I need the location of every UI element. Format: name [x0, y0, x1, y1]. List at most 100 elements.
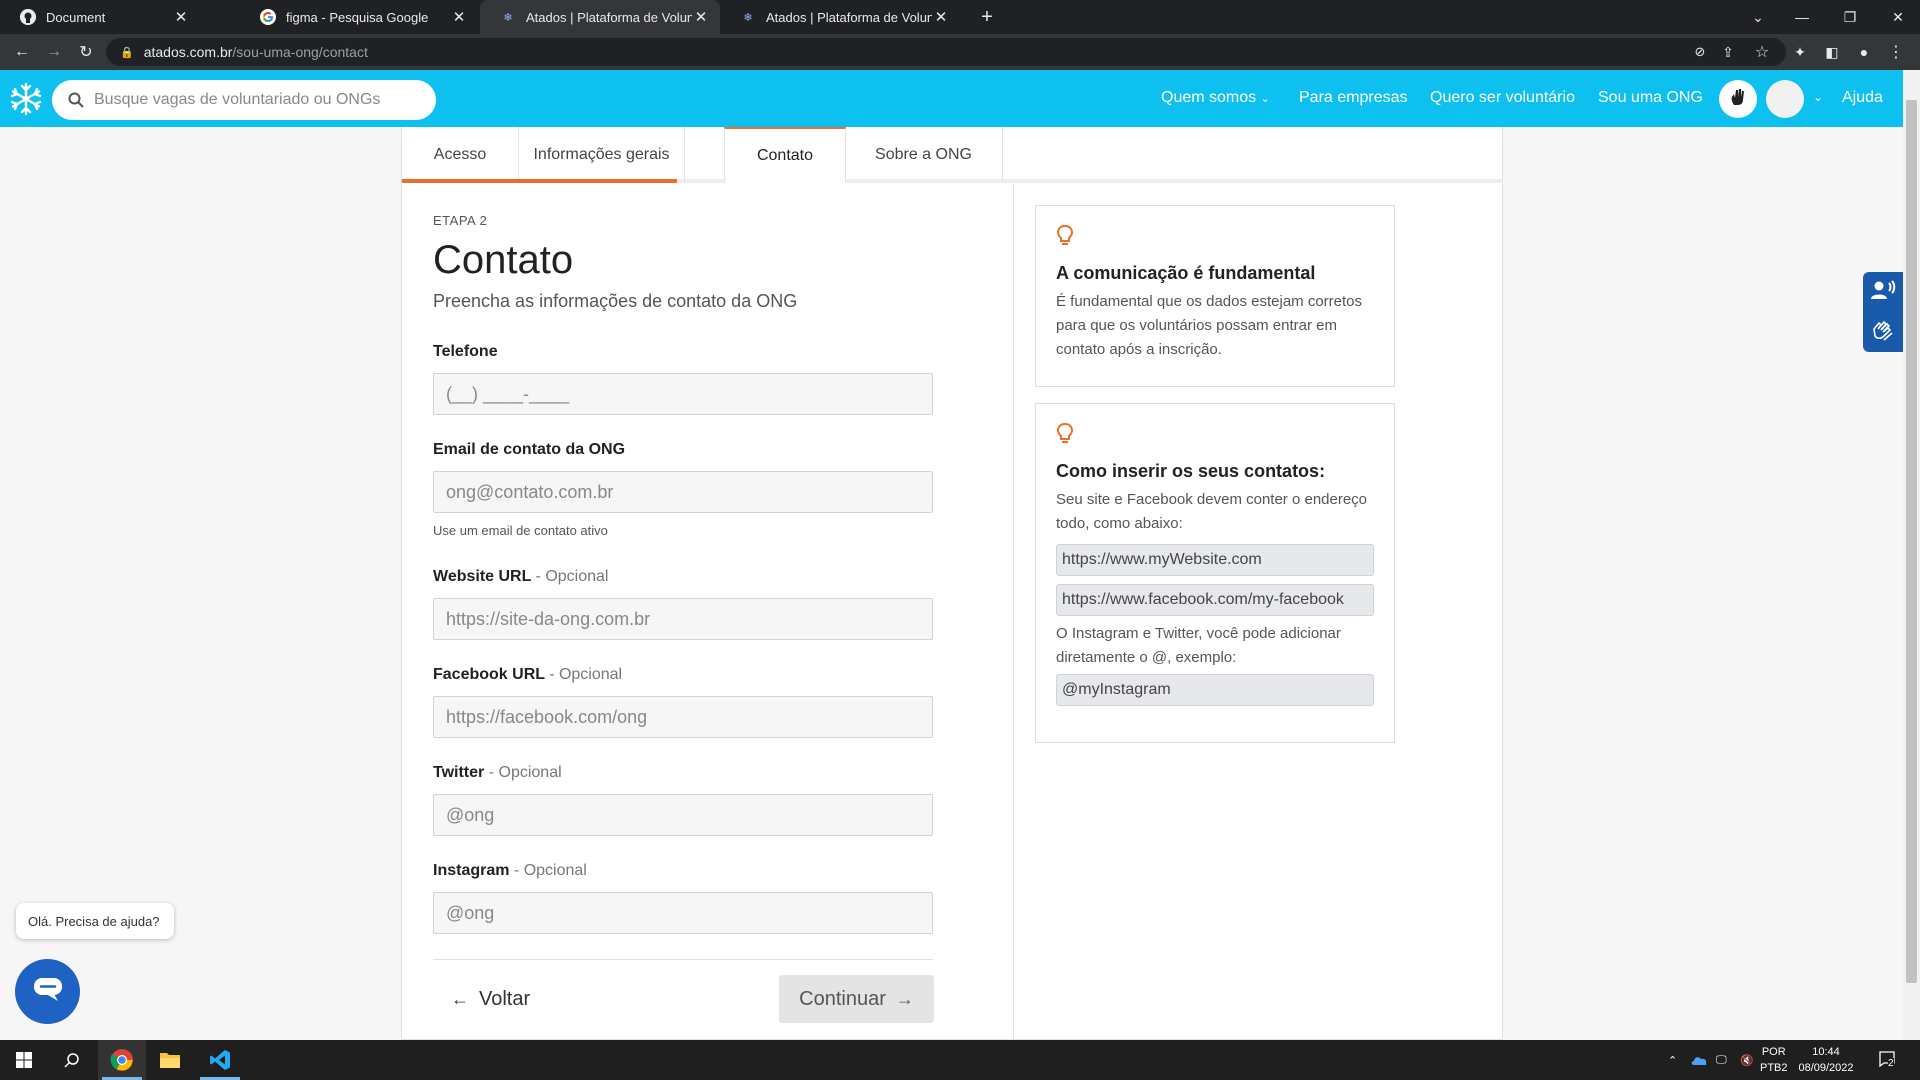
side-panel-icon[interactable]: ◧ — [1820, 40, 1844, 64]
extensions-icon[interactable]: ✦ — [1788, 40, 1812, 64]
facebook-label: Facebook URL - Opcional — [433, 666, 933, 684]
nav-para-empresas[interactable]: Para empresas — [1299, 89, 1408, 107]
notification-center[interactable]: 2 — [1878, 1040, 1896, 1080]
browser-tab-document[interactable]: Document ✕ — [0, 0, 200, 34]
chat-greeting-bubble[interactable]: Olá. Precisa de ajuda? — [16, 903, 174, 939]
instagram-input[interactable] — [433, 892, 933, 934]
facebook-input[interactable] — [433, 696, 933, 738]
tip-title: A comunicação é fundamental — [1056, 263, 1316, 283]
step-progress-bar — [402, 179, 677, 183]
notification-icon: 2 — [1878, 1050, 1896, 1071]
system-clock[interactable]: 10:44 08/09/2022 — [1796, 1044, 1856, 1076]
close-icon[interactable]: ✕ — [172, 8, 190, 26]
windows-start-icon[interactable] — [0, 1040, 48, 1080]
accessibility-voice-button[interactable] — [1863, 272, 1903, 312]
tab-acesso[interactable]: Acesso — [402, 127, 519, 183]
search-icon[interactable] — [48, 1040, 96, 1080]
browser-tab-atados[interactable]: ❄ Atados | Plataforma de Voluntariado ✕ — [720, 0, 960, 34]
nav-ajuda[interactable]: Ajuda — [1842, 89, 1883, 107]
search-input[interactable] — [94, 91, 436, 109]
windows-taskbar: ⌃ 🖵 🔇 POR PTB2 10:44 08/09/2022 2 — [0, 1040, 1920, 1080]
file-explorer-icon[interactable] — [146, 1040, 194, 1080]
browser-tab-title: Atados | Plataforma de Voluntariado — [526, 9, 692, 25]
twitter-input[interactable] — [433, 794, 933, 836]
browser-tab-title: Document — [46, 9, 106, 25]
tab-sobre-a-ong[interactable]: Sobre a ONG — [845, 127, 1003, 183]
nav-quem-somos-label: Quem somos — [1161, 89, 1257, 106]
avatar[interactable] — [1766, 80, 1804, 118]
tab-informacoes-gerais[interactable]: Informações gerais — [519, 127, 685, 183]
form-divider — [433, 959, 933, 960]
profile-icon[interactable]: ● — [1852, 40, 1876, 64]
lightbulb-icon — [1056, 422, 1074, 450]
onedrive-icon[interactable] — [1690, 1040, 1708, 1080]
tip-card-contacts: Como inserir os seus contatos: Seu site … — [1035, 403, 1395, 743]
chevron-down-icon[interactable]: ⌄ — [1813, 90, 1823, 104]
chrome-taskbar-icon[interactable] — [98, 1040, 146, 1080]
nav-quem-somos[interactable]: Quem somos ⌄ — [1161, 89, 1270, 107]
volunteer-hand-button[interactable] — [1719, 80, 1757, 118]
chat-button[interactable] — [15, 959, 80, 1024]
facebook-field: Facebook URL - Opcional — [433, 666, 933, 738]
nav-sou-uma-ong[interactable]: Sou uma ONG — [1598, 89, 1703, 107]
website-input[interactable] — [433, 598, 933, 640]
chat-icon — [32, 975, 64, 1008]
optional-tag: - Opcional — [535, 568, 609, 585]
search-bar[interactable] — [52, 80, 436, 120]
atados-logo-icon[interactable] — [8, 81, 44, 117]
email-input[interactable] — [433, 471, 933, 513]
accessibility-sign-language-button[interactable] — [1863, 312, 1903, 352]
address-bar[interactable]: 🔒 atados.com.br/sou-uma-ong/contact — [106, 38, 1786, 66]
restore-button[interactable]: ❐ — [1828, 0, 1872, 34]
step-tabs: Acesso Informações gerais Contato Sobre … — [402, 127, 1502, 183]
arrow-left-icon: ← — [451, 988, 469, 1009]
blocked-icon[interactable]: ⊘ — [1688, 40, 1712, 64]
tab-contato[interactable]: Contato — [724, 127, 846, 183]
bookmark-star-icon[interactable]: ☆ — [1750, 40, 1774, 64]
browser-tab-title: figma - Pesquisa Google — [286, 9, 429, 25]
clock-time: 10:44 — [1812, 1046, 1840, 1058]
scrollbar-thumb[interactable] — [1906, 100, 1917, 983]
tip-text: O Instagram e Twitter, você pode adicion… — [1056, 625, 1341, 666]
menu-dots-icon[interactable]: ⋮ — [1884, 40, 1908, 64]
nav-quero-ser-voluntario[interactable]: Quero ser voluntário — [1430, 89, 1575, 107]
window-close-button[interactable]: ✕ — [1876, 0, 1920, 34]
phone-input[interactable] — [433, 373, 933, 415]
continue-button[interactable]: Continuar → — [779, 975, 934, 1023]
close-icon[interactable]: ✕ — [932, 8, 950, 26]
close-icon[interactable]: ✕ — [692, 8, 710, 26]
close-icon[interactable]: ✕ — [450, 8, 468, 26]
atados-icon: ❄ — [503, 11, 513, 24]
browser-tab-atados-active[interactable]: ❄ Atados | Plataforma de Voluntariado ✕ — [480, 0, 720, 34]
hand-icon — [1728, 87, 1748, 112]
tip-card-communication: A comunicação é fundamental É fundamenta… — [1035, 205, 1395, 387]
chevron-up-icon[interactable]: ⌃ — [1668, 1040, 1677, 1080]
share-icon[interactable]: ⇪ — [1716, 40, 1740, 64]
minimize-button[interactable]: — — [1780, 0, 1824, 34]
website-label: Website URL - Opcional — [433, 568, 933, 586]
instagram-field: Instagram - Opcional — [433, 862, 933, 934]
phone-label: Telefone — [433, 343, 498, 360]
language-indicator[interactable]: POR PTB2 — [1760, 1044, 1788, 1076]
arrow-right-icon: → — [895, 988, 914, 1009]
reload-icon[interactable]: ↻ — [74, 40, 98, 64]
forward-arrow-icon[interactable]: → — [42, 40, 66, 64]
twitter-field: Twitter - Opcional — [433, 764, 933, 836]
speaker-person-icon — [1870, 279, 1896, 306]
url-path: /sou-uma-ong/contact — [232, 44, 368, 60]
optional-tag: - Opcional — [488, 764, 562, 781]
tab-search-icon[interactable]: ⌄ — [1736, 0, 1780, 34]
vscode-icon[interactable] — [196, 1040, 244, 1080]
clock-date: 08/09/2022 — [1798, 1062, 1854, 1074]
website-label-text: Website URL — [433, 568, 532, 585]
step-eyebrow: ETAPA 2 — [433, 213, 488, 228]
volume-muted-icon[interactable]: 🔇 — [1740, 1040, 1754, 1080]
email-help-text: Use um email de contato ativo — [433, 523, 608, 538]
twitter-label-text: Twitter — [433, 764, 485, 781]
contact-form: ETAPA 2 Contato Preencha as informações … — [433, 213, 933, 934]
browser-tab-google[interactable]: figma - Pesquisa Google ✕ — [240, 0, 478, 34]
back-arrow-icon[interactable]: ← — [10, 40, 34, 64]
network-icon[interactable]: 🖵 — [1716, 1040, 1727, 1080]
new-tab-button[interactable]: + — [975, 5, 999, 29]
back-button[interactable]: ← Voltar — [451, 975, 530, 1023]
